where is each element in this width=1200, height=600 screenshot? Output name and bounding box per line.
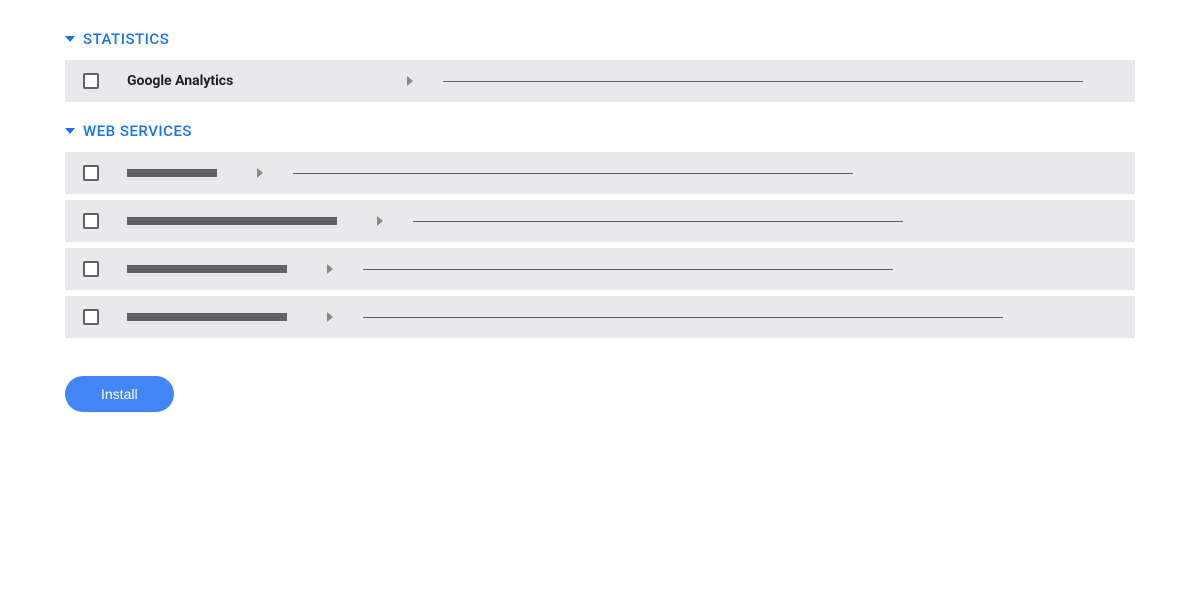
install-button[interactable]: Install: [65, 376, 174, 412]
description-placeholder: [363, 317, 1003, 318]
section-statistics: STATISTICS Google Analytics: [65, 30, 1135, 102]
checkbox[interactable]: [83, 261, 99, 277]
section-title: STATISTICS: [83, 30, 169, 48]
checkbox[interactable]: [83, 213, 99, 229]
description-placeholder: [363, 269, 893, 270]
list-item: [65, 296, 1135, 338]
checkbox[interactable]: [83, 165, 99, 181]
item-label-placeholder: [127, 169, 217, 177]
item-label-placeholder: [127, 313, 287, 321]
list-item: Google Analytics: [65, 60, 1135, 102]
chevron-right-icon[interactable]: [327, 312, 333, 322]
item-label-placeholder: [127, 265, 287, 273]
chevron-right-icon[interactable]: [407, 76, 413, 86]
section-header-web-services[interactable]: WEB SERVICES: [65, 122, 1135, 140]
chevron-right-icon[interactable]: [377, 216, 383, 226]
description-placeholder: [293, 173, 853, 174]
chevron-right-icon[interactable]: [327, 264, 333, 274]
checkbox[interactable]: [83, 73, 99, 89]
description-placeholder: [413, 221, 903, 222]
checkbox[interactable]: [83, 309, 99, 325]
section-header-statistics[interactable]: STATISTICS: [65, 30, 1135, 48]
item-label-placeholder: [127, 217, 337, 225]
chevron-right-icon[interactable]: [257, 168, 263, 178]
item-label: Google Analytics: [127, 73, 367, 89]
list-item: [65, 152, 1135, 194]
section-title: WEB SERVICES: [83, 122, 192, 140]
chevron-down-icon: [65, 36, 75, 42]
section-web-services: WEB SERVICES: [65, 122, 1135, 338]
description-placeholder: [443, 81, 1083, 82]
chevron-down-icon: [65, 128, 75, 134]
list-item: [65, 248, 1135, 290]
list-item: [65, 200, 1135, 242]
